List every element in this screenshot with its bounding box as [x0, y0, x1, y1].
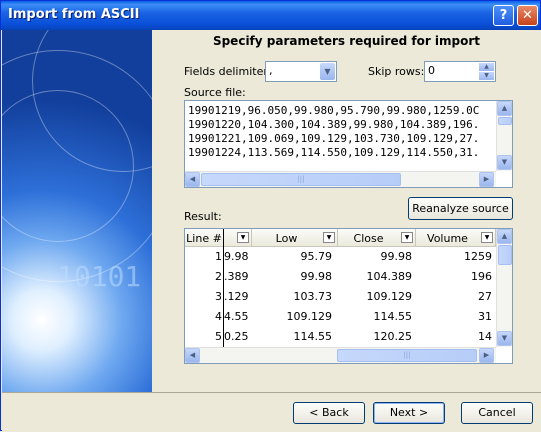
data-cell: .389	[224, 270, 249, 283]
scroll-thumb[interactable]	[498, 117, 512, 125]
source-hscrollbar[interactable]: ◀ ||| ▶	[185, 171, 496, 187]
wizard-content: Specify parameters required for import F…	[152, 30, 541, 392]
chevron-down-icon[interactable]: ▼	[320, 63, 335, 80]
column-header-label: Volume	[427, 232, 468, 245]
volume-cell: 27	[478, 290, 492, 303]
low-cell: 95.79	[300, 250, 333, 263]
low-cell: 103.73	[293, 290, 333, 303]
column-header-2[interactable]: ▼	[224, 229, 252, 247]
low-cell: 114.55	[293, 330, 333, 343]
next-button[interactable]: Next >	[373, 402, 445, 424]
scroll-thumb[interactable]: |||	[201, 173, 401, 186]
wizard-button-bar: < Back Next > Cancel	[2, 392, 541, 432]
source-vscrollbar[interactable]: ▲ ▼	[496, 101, 512, 171]
wizard-side-image: 10101	[2, 30, 152, 392]
volume-cell: 14	[478, 330, 492, 343]
chevron-down-icon[interactable]: ▼	[481, 232, 493, 243]
volume-cell: 196	[471, 270, 492, 283]
page-heading: Specify parameters required for import	[212, 34, 481, 48]
scroll-left-icon[interactable]: ◀	[185, 172, 200, 187]
column-header-close[interactable]: Close ▼	[338, 229, 416, 247]
column-header-volume[interactable]: Volume ▼	[416, 229, 496, 247]
scroll-thumb[interactable]	[498, 245, 512, 265]
spin-down-icon[interactable]: ▼	[479, 72, 494, 80]
fields-delimiter-value: ,	[269, 64, 273, 77]
scroll-down-icon[interactable]: ▼	[497, 331, 512, 346]
fields-delimiter-label: Fields delimiter:	[184, 65, 272, 78]
column-resize-line	[223, 229, 224, 360]
volume-cell: 1259	[464, 250, 492, 263]
scroll-right-icon[interactable]: ▶	[479, 172, 494, 187]
column-header-label: Line #	[186, 232, 222, 245]
cancel-button[interactable]: Cancel	[461, 402, 533, 424]
scroll-left-icon[interactable]: ◀	[185, 348, 200, 363]
source-line: 19901219,96.050,99.980,95.790,99.980,125…	[188, 104, 480, 117]
source-line: 19901221,109.069,109.129,103.730,109.129…	[188, 132, 480, 145]
scroll-down-icon[interactable]: ▼	[497, 155, 512, 170]
result-vscrollbar[interactable]: ▲ ▼	[496, 229, 512, 347]
back-button[interactable]: < Back	[293, 402, 365, 424]
line-number-cell: 1	[215, 250, 222, 263]
column-header-line[interactable]: Line #	[185, 229, 224, 247]
skip-rows-spinner[interactable]: 0 ▲ ▼	[424, 61, 496, 82]
data-cell: 4.55	[224, 310, 249, 323]
scroll-up-icon[interactable]: ▲	[497, 101, 512, 116]
scroll-up-icon[interactable]: ▲	[497, 229, 512, 244]
result-hscrollbar[interactable]: ◀ ||| ▶	[185, 347, 496, 363]
scroll-right-icon[interactable]: ▶	[479, 348, 494, 363]
line-number-cell: 2	[215, 270, 222, 283]
chevron-down-icon[interactable]: ▼	[237, 232, 249, 243]
column-header-label: Low	[275, 232, 298, 245]
close-cell: 114.55	[373, 310, 413, 323]
line-number-cell: 5	[215, 330, 222, 343]
data-cell: 9.98	[224, 250, 249, 263]
column-header-low[interactable]: Low ▼	[252, 229, 338, 247]
reanalyze-source-button[interactable]: Reanalyze source	[408, 197, 513, 220]
close-cell: 104.389	[366, 270, 413, 283]
skip-rows-value: 0	[428, 64, 435, 77]
low-cell: 99.98	[300, 270, 333, 283]
title-bar: Import from ASCII ? ✕	[1, 1, 540, 30]
skip-rows-label: Skip rows:	[368, 65, 425, 78]
source-line: 19901220,104.300,104.389,99.980,104.389,…	[188, 118, 480, 131]
data-cell: 0.25	[224, 330, 249, 343]
scroll-thumb[interactable]: |||	[337, 349, 477, 362]
decor-binary-text: 10101	[57, 260, 142, 293]
close-button[interactable]: ✕	[517, 5, 538, 26]
import-dialog: Import from ASCII ? ✕ 10101 Specify para…	[0, 0, 541, 432]
result-grid[interactable]: Line # ▼ Low ▼ Close ▼ Volume ▼ 1 9.98 9	[184, 228, 513, 364]
result-label: Result:	[184, 210, 222, 223]
window-title: Import from ASCII	[8, 7, 140, 22]
fields-delimiter-combo[interactable]: , ▼	[265, 61, 337, 82]
help-button[interactable]: ?	[493, 5, 514, 26]
close-cell: 109.129	[366, 290, 413, 303]
spin-up-icon[interactable]: ▲	[479, 63, 494, 71]
chevron-down-icon[interactable]: ▼	[323, 232, 335, 243]
source-file-text[interactable]: 19901219,96.050,99.980,95.790,99.980,125…	[184, 100, 513, 188]
data-cell: .129	[224, 290, 249, 303]
close-cell: 120.25	[373, 330, 413, 343]
source-line: 19901224,113.569,114.550,109.129,114.550…	[188, 146, 480, 159]
chevron-down-icon[interactable]: ▼	[401, 232, 413, 243]
line-number-cell: 4	[215, 310, 222, 323]
source-file-label: Source file:	[184, 86, 246, 99]
line-number-cell: 3	[215, 290, 222, 303]
close-cell: 99.98	[380, 250, 413, 263]
low-cell: 109.129	[286, 310, 333, 323]
column-header-label: Close	[353, 232, 384, 245]
volume-cell: 31	[478, 310, 492, 323]
